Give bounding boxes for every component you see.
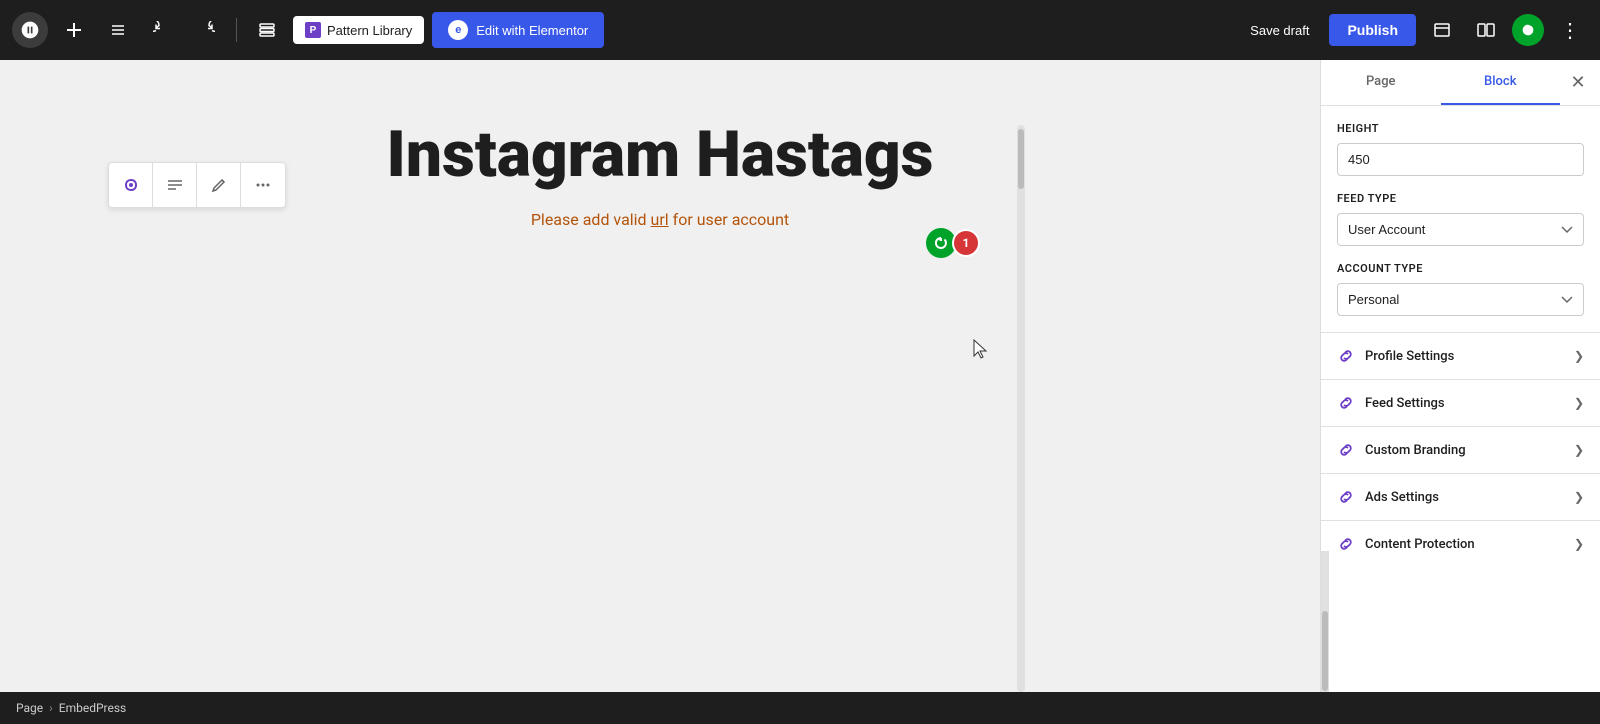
sidebar-body: HEIGHT FEED TYPE User Account Hashtag Lo… (1321, 106, 1600, 551)
canvas-content: Instagram Hastags Please add valid url f… (0, 60, 1320, 692)
add-block-button[interactable] (56, 12, 92, 48)
wp-logo[interactable] (12, 12, 48, 48)
page-view-button[interactable] (1424, 12, 1460, 48)
feed-type-select[interactable]: User Account Hashtag Location (1337, 213, 1584, 246)
accordion-header-custom-branding[interactable]: Custom Branding ❯ (1321, 427, 1600, 473)
accordion-content-protection: Content Protection ❯ (1321, 520, 1600, 551)
link-icon-content-protection (1337, 535, 1355, 551)
chevron-icon-custom-branding: ❯ (1574, 443, 1584, 457)
height-input[interactable] (1337, 143, 1584, 176)
chevron-icon-content-protection: ❯ (1574, 537, 1584, 551)
link-icon-custom-branding (1337, 441, 1355, 459)
update-button[interactable] (1512, 14, 1544, 46)
canvas-area: Instagram Hastags Please add valid url f… (0, 60, 1320, 692)
account-type-label: ACCOUNT TYPE (1337, 262, 1584, 275)
breadcrumb-current: EmbedPress (59, 701, 127, 715)
accordion-title-content-protection: Content Protection (1365, 537, 1564, 552)
tab-page[interactable]: Page (1321, 60, 1441, 105)
toolbar-divider (236, 18, 237, 42)
chevron-icon-feed-settings: ❯ (1574, 396, 1584, 410)
alert-notification[interactable]: 1 (952, 229, 980, 257)
accordion-feed-settings: Feed Settings ❯ (1321, 379, 1600, 426)
breadcrumb-page[interactable]: Page (16, 701, 43, 715)
sidebar-header: Page Block ✕ (1321, 60, 1600, 106)
accordion-title-feed-settings: Feed Settings (1365, 396, 1564, 411)
undo-button[interactable] (144, 12, 180, 48)
accordion-title-ads-settings: Ads Settings (1365, 490, 1564, 505)
editor-view-button[interactable] (1468, 12, 1504, 48)
sidebar-scrollbar-thumb (1322, 611, 1328, 691)
more-options-button[interactable]: ⋮ (1552, 12, 1588, 48)
accordion-title-profile-settings: Profile Settings (1365, 349, 1564, 364)
publish-button[interactable]: Publish (1329, 14, 1416, 46)
accordion-header-content-protection[interactable]: Content Protection ❯ (1321, 521, 1600, 551)
canvas-scrollbar[interactable] (1017, 125, 1025, 692)
toolbar: P Pattern Library e Edit with Elementor … (0, 0, 1600, 60)
chevron-icon-ads-settings: ❯ (1574, 490, 1584, 504)
link-icon-profile (1337, 347, 1355, 365)
accordion-header-feed-settings[interactable]: Feed Settings ❯ (1321, 380, 1600, 426)
accordion-profile-settings: Profile Settings ❯ (1321, 332, 1600, 379)
breadcrumb: Page › EmbedPress (0, 692, 1600, 724)
link-icon-ads (1337, 488, 1355, 506)
edit-button[interactable] (197, 163, 241, 207)
accordion-title-custom-branding: Custom Branding (1365, 443, 1564, 458)
account-type-select[interactable]: Personal Business (1337, 283, 1584, 316)
error-message: Please add valid url for user account (531, 210, 789, 229)
height-label: HEIGHT (1337, 122, 1584, 135)
page-title: Instagram Hastags (387, 120, 934, 190)
pattern-library-button[interactable]: P Pattern Library (293, 16, 424, 44)
chevron-icon-profile-settings: ❯ (1574, 349, 1584, 363)
block-type-button[interactable] (109, 163, 153, 207)
breadcrumb-separator: › (49, 701, 53, 715)
canvas-scrollbar-thumb (1018, 129, 1024, 189)
pattern-library-icon: P (305, 22, 321, 38)
sidebar-scrollbar[interactable] (1321, 551, 1329, 692)
sidebar-close-button[interactable]: ✕ (1560, 65, 1596, 101)
edit-elementor-button[interactable]: e Edit with Elementor (432, 12, 604, 48)
redo-button[interactable] (188, 12, 224, 48)
sidebar: Page Block ✕ HEIGHT FEED TYPE User Accou… (1320, 60, 1600, 692)
list-view-button[interactable] (249, 12, 285, 48)
accordion-ads-settings: Ads Settings ❯ (1321, 473, 1600, 520)
notifications: 1 (926, 228, 980, 258)
more-block-options-button[interactable] (241, 163, 285, 207)
accordion-custom-branding: Custom Branding ❯ (1321, 426, 1600, 473)
url-link[interactable]: url (651, 210, 669, 229)
main-area: Instagram Hastags Please add valid url f… (0, 60, 1600, 692)
feed-type-label: FEED TYPE (1337, 192, 1584, 205)
elementor-icon: e (448, 20, 468, 40)
link-icon-feed (1337, 394, 1355, 412)
tools-button[interactable] (100, 12, 136, 48)
save-draft-button[interactable]: Save draft (1238, 17, 1321, 44)
block-toolbar (108, 162, 286, 208)
accordion-header-ads-settings[interactable]: Ads Settings ❯ (1321, 474, 1600, 520)
tab-block[interactable]: Block (1441, 60, 1561, 105)
accordion-header-profile-settings[interactable]: Profile Settings ❯ (1321, 333, 1600, 379)
align-button[interactable] (153, 163, 197, 207)
